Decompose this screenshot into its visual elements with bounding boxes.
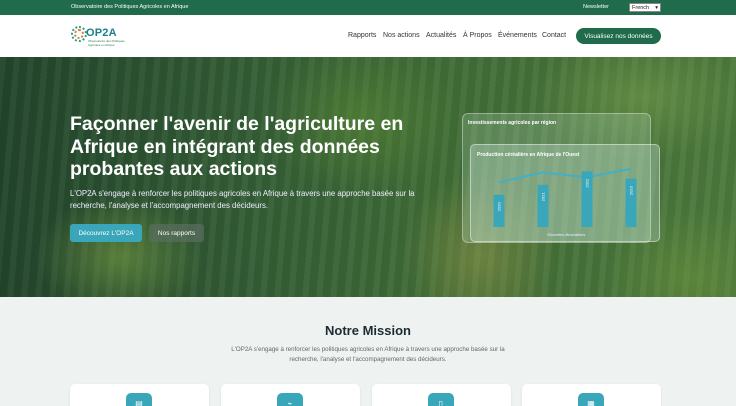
logo-ring-inner-icon <box>74 29 84 39</box>
feature-card-2[interactable]: ⌁ <box>221 384 360 406</box>
nav-rapports[interactable]: Rapports <box>348 32 376 39</box>
chart-bar <box>537 184 549 227</box>
cereal-chart: 2020 2021 2022 2023 <box>493 167 637 227</box>
clipboard-icon: ▤ <box>126 393 152 406</box>
nav-nos-actions[interactable]: Nos actions <box>383 32 420 39</box>
language-value: French <box>632 4 650 11</box>
building-icon: ▦ <box>578 393 604 406</box>
trend-line <box>498 167 632 184</box>
cereal-chart-card: Production céréalière en Afrique de l'Ou… <box>470 144 660 242</box>
chevron-down-icon: ▾ <box>655 4 658 11</box>
bar-label: 2023 <box>629 185 634 195</box>
chart-icon: ⌁ <box>277 393 303 406</box>
bar-label: 2020 <box>497 202 502 212</box>
logo-tagline: Observatoire des Politiques Agricoles en… <box>88 39 125 47</box>
investments-card-title: Investissements agricoles par région <box>468 120 557 126</box>
hero-title: Façonner l'avenir de l'agriculture en Af… <box>70 113 404 180</box>
chart-note: *Données illustratives <box>546 232 586 237</box>
chart-bar <box>625 178 637 227</box>
mission-title: Notre Mission <box>325 323 411 338</box>
bar-label: 2022 <box>585 178 590 188</box>
newsletter-link[interactable]: Newsletter <box>583 4 609 10</box>
visualize-data-button[interactable]: Visualisez nos données <box>576 28 661 44</box>
nav-evenements[interactable]: Événements <box>498 32 537 39</box>
hero-section: Façonner l'avenir de l'agriculture en Af… <box>0 57 736 297</box>
hero-text: L'OP2A s'engage à renforcer les politiqu… <box>70 189 415 210</box>
logo[interactable]: OP2A Observatoire des Politiques Agricol… <box>71 23 127 51</box>
logo-wordmark: OP2A <box>86 27 117 39</box>
feature-card-3[interactable]: ▯ <box>372 384 511 406</box>
discover-button[interactable]: Découvrez L'OP2A <box>70 224 142 242</box>
feature-card-1[interactable]: ▤ <box>70 384 209 406</box>
reports-button[interactable]: Nos rapports <box>149 224 204 242</box>
nav-actualites[interactable]: Actualités <box>426 32 456 39</box>
feature-card-4[interactable]: ▦ <box>522 384 661 406</box>
bar-label: 2021 <box>541 192 546 202</box>
site-header: OP2A Observatoire des Politiques Agricol… <box>0 15 736 57</box>
top-bar: Observatoire des Politiques Agricoles en… <box>0 0 736 15</box>
nav-contact[interactable]: Contact <box>542 32 566 39</box>
document-icon: ▯ <box>428 393 454 406</box>
nav-a-propos[interactable]: À Propos <box>463 32 492 39</box>
mission-text: L'OP2A s'engage à renforcer les politiqu… <box>231 346 505 363</box>
language-select[interactable]: French ▾ <box>629 3 661 12</box>
org-name: Observatoire des Politiques Agricoles en… <box>71 4 189 10</box>
